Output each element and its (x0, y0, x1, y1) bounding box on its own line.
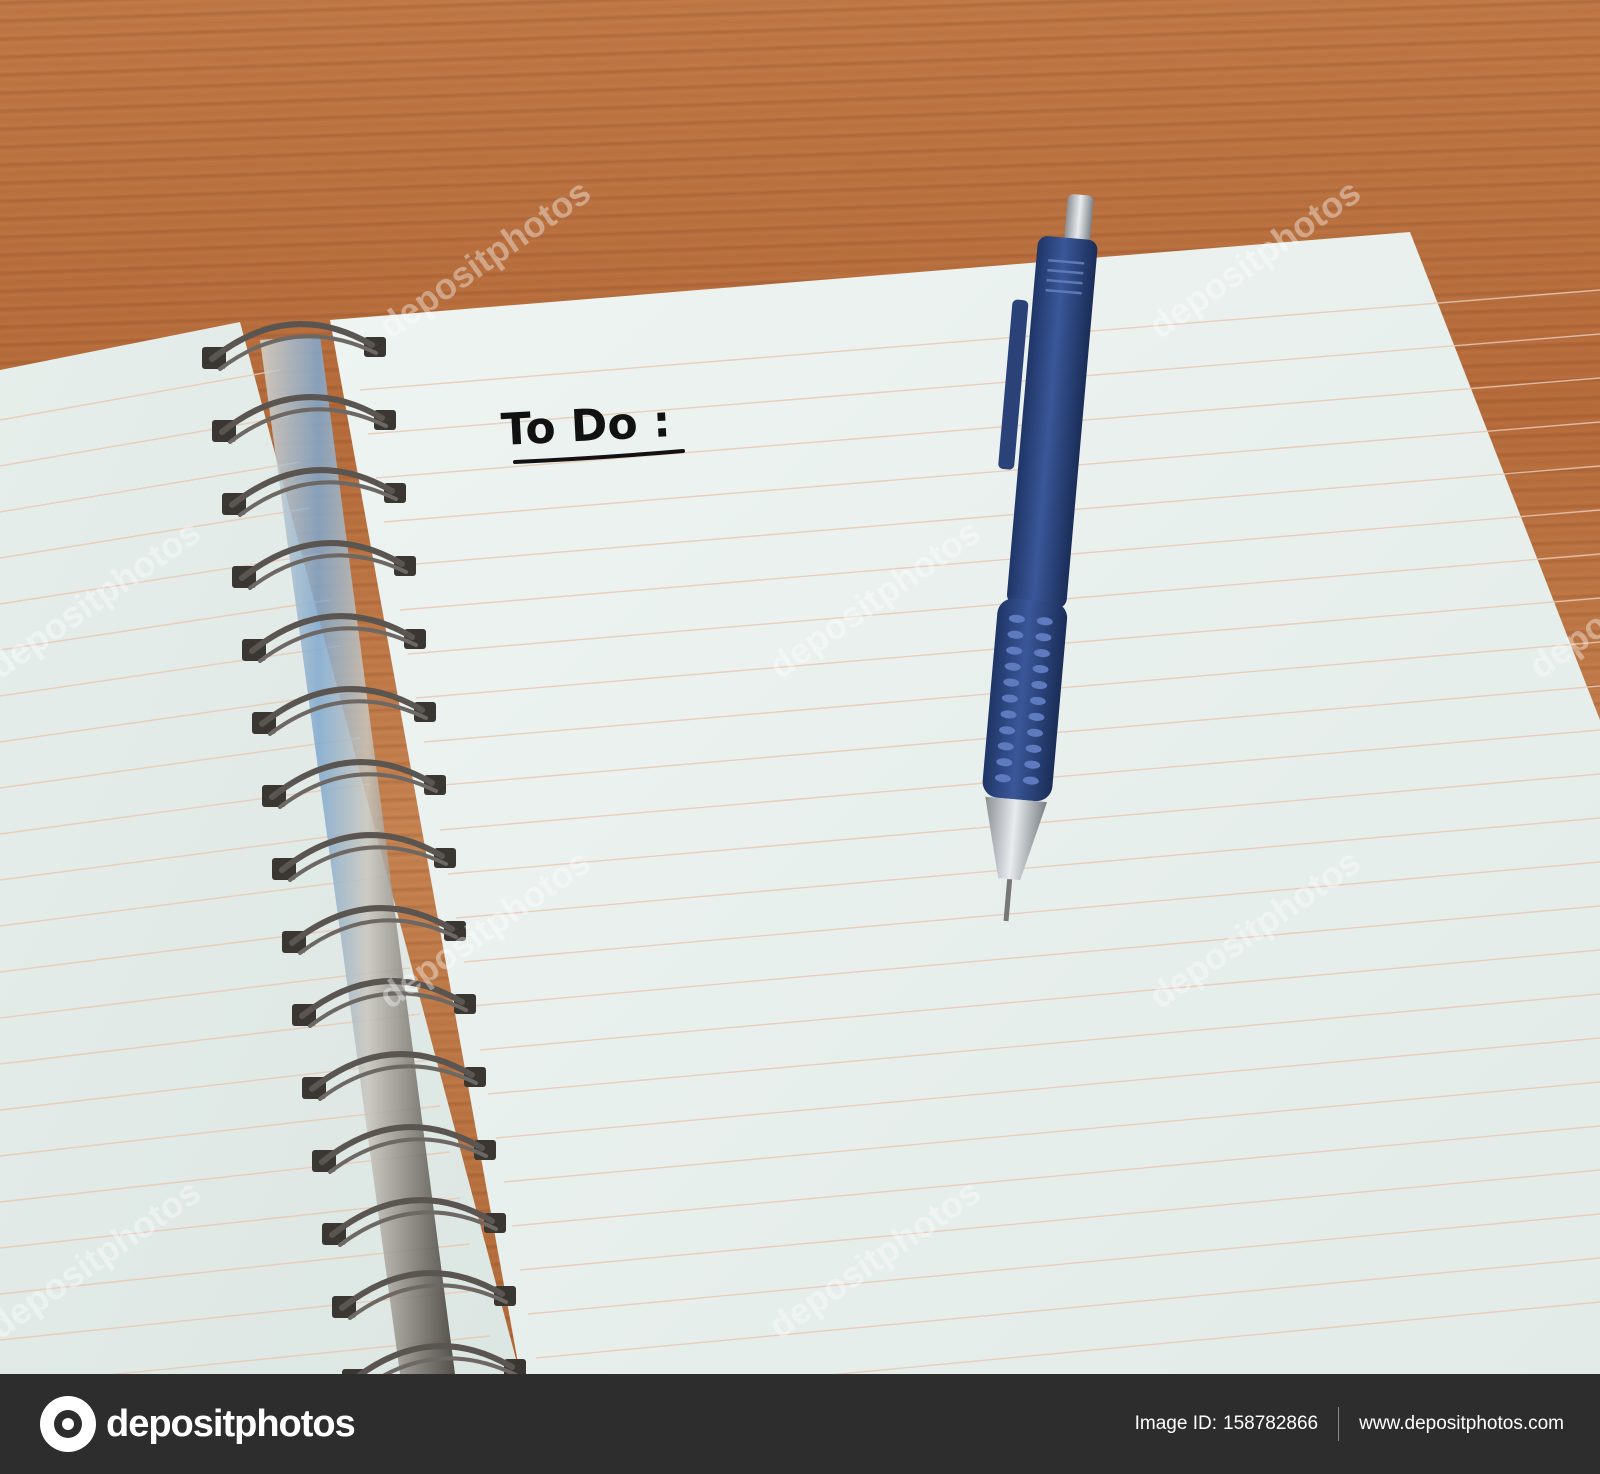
camera-icon (40, 1396, 96, 1452)
notebook-scene: To Do : depositphotos depositphotosdepos… (0, 171, 1600, 1374)
site-url-link[interactable]: www.depositphotos.com (1359, 1413, 1564, 1435)
image-id-label: Image ID: (1134, 1413, 1217, 1434)
brand-logo[interactable]: depositphotos (40, 1396, 356, 1452)
image-id: 158782866 (1223, 1413, 1319, 1434)
stock-photo: To Do : depositphotos depositphotos depo… (0, 0, 1600, 1374)
meta-divider (1338, 1407, 1340, 1441)
brand-name: depositphotos (106, 1402, 356, 1445)
image-meta: Image ID: 158782866 www.depositphotos.co… (1135, 1374, 1564, 1474)
stock-footer-bar: depositphotos Image ID: 158782866 www.de… (0, 1374, 1600, 1474)
todo-heading: To Do : (500, 396, 672, 456)
